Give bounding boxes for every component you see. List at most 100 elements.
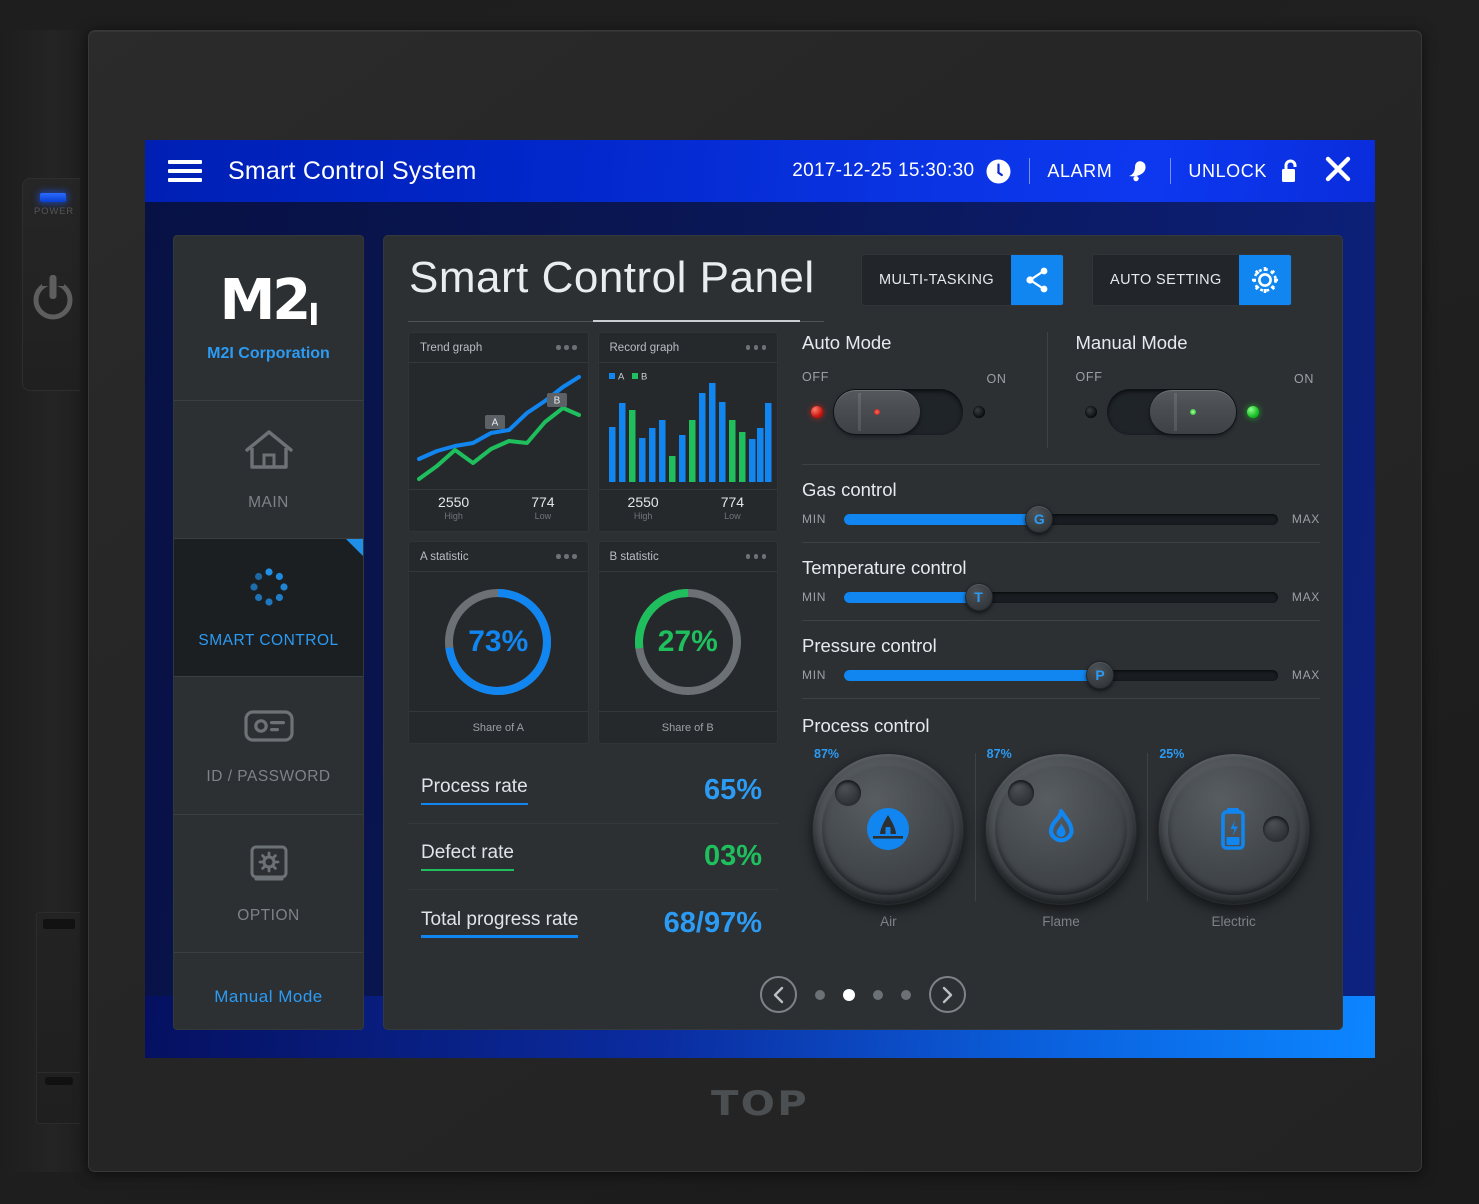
header-divider-1 xyxy=(1029,158,1031,184)
sidebar-item-label: SMART CONTROL xyxy=(198,632,339,649)
sidebar-item-label: MAIN xyxy=(248,494,289,511)
pressure-slider-fill xyxy=(844,669,1101,681)
auto-mode-off-led xyxy=(811,406,823,418)
unlock-padlock-icon[interactable] xyxy=(1278,157,1301,185)
record-low-value: 774 xyxy=(720,494,745,510)
hmi-device: POWER TOP Smart Control System 2017-12-2… xyxy=(0,0,1479,1204)
next-page-button[interactable] xyxy=(929,976,966,1013)
sidebar-item-option[interactable]: OPTION xyxy=(174,815,363,953)
svg-text:B: B xyxy=(641,372,647,383)
more-options-icon[interactable] xyxy=(745,554,766,559)
title-bar: Smart Control System 2017-12-25 15:30:30… xyxy=(145,140,1375,202)
record-high-label: High xyxy=(633,511,653,521)
electric-knob-cell: 25% Electric xyxy=(1147,747,1320,929)
rate-list: Process rate 65% Defect rate 03% Total p… xyxy=(408,758,778,956)
record-low: 774 Low xyxy=(688,490,777,531)
device-left-edge: POWER xyxy=(0,30,88,1172)
power-label: POWER xyxy=(34,206,74,217)
process-rate-value: 65% xyxy=(703,774,762,806)
gas-min-label: MIN xyxy=(802,512,827,526)
page-dot[interactable] xyxy=(901,989,911,1000)
process-rate-label: Process rate xyxy=(421,776,528,805)
card-title: A statistic xyxy=(420,550,469,563)
svg-text:B: B xyxy=(554,396,561,407)
sidebar: M2I M2I Corporation MAIN SMART CONTROL I… xyxy=(173,235,364,1030)
pressure-max-label: MAX xyxy=(1291,668,1320,682)
more-options-icon[interactable] xyxy=(745,345,766,350)
close-window-icon[interactable] xyxy=(1323,154,1353,189)
bell-icon[interactable] xyxy=(1123,157,1153,185)
sidebar-item-main[interactable]: MAIN xyxy=(174,401,363,539)
auto-mode-toggle[interactable] xyxy=(832,388,964,436)
auto-setting-button[interactable]: AUTO SETTING xyxy=(1092,254,1292,306)
sidebar-item-id-password[interactable]: ID / PASSWORD xyxy=(174,677,363,815)
a-statistic-card: A statistic 73% Share of A xyxy=(408,541,589,744)
alarm-label[interactable]: ALARM xyxy=(1047,161,1112,182)
a-statistic-footer: Share of A xyxy=(409,711,588,743)
trend-graph-footer: 2550 High 774 Low xyxy=(409,489,588,531)
temperature-slider-thumb[interactable]: T xyxy=(964,583,993,611)
manual-mode-switch-row: OFF xyxy=(1076,370,1321,384)
spinner-dots-icon xyxy=(243,565,295,616)
power-led-indicator xyxy=(40,193,66,202)
m2i-logo: M2I xyxy=(219,268,320,333)
electric-knob-percent: 25% xyxy=(1159,747,1185,761)
electric-knob-dial[interactable] xyxy=(1157,753,1310,905)
a-statistic-donut: 73% xyxy=(409,572,588,711)
gas-control-slider[interactable]: G xyxy=(844,505,1278,533)
sidebar-item-smart-control[interactable]: SMART CONTROL xyxy=(174,539,363,677)
trend-line-svg: A B xyxy=(417,375,581,481)
page-dot[interactable] xyxy=(815,989,825,1000)
temperature-control-slider[interactable]: T xyxy=(844,583,1278,611)
manual-mode-toggle[interactable] xyxy=(1105,388,1238,436)
sidebar-brand: M2I M2I Corporation xyxy=(174,236,363,401)
right-column: Auto Mode OFF ON Manual Mode OFF ON Gas … xyxy=(802,332,1320,929)
gas-control-block: Gas control MIN G MAX xyxy=(802,465,1320,533)
manual-mode-toggle-knob[interactable] xyxy=(1149,390,1236,434)
more-options-icon[interactable] xyxy=(556,554,577,559)
gas-slider-thumb[interactable]: G xyxy=(1025,505,1054,533)
statistic-row: A statistic 73% Share of A B statistic 2… xyxy=(408,541,778,744)
mode-toggles: Auto Mode OFF ON Manual Mode OFF ON xyxy=(802,332,1320,448)
air-knob-label: Air xyxy=(880,914,897,929)
sidebar-manual-mode-button[interactable]: Manual Mode xyxy=(174,953,363,1029)
graph-row: Trend graph A B 2550 High 774 Low Record… xyxy=(408,332,778,532)
flame-knob-cell: 87% Flame xyxy=(974,747,1148,929)
power-button[interactable] xyxy=(28,270,78,324)
flame-knob-indicator xyxy=(1008,780,1034,806)
trend-low-label: Low xyxy=(534,511,552,521)
pagination xyxy=(384,976,1342,1013)
air-knob-cell: 87% Air xyxy=(802,747,975,929)
page-dots xyxy=(815,988,911,1001)
page-dot[interactable] xyxy=(873,989,883,1000)
more-options-icon[interactable] xyxy=(556,345,577,350)
hamburger-menu-icon[interactable] xyxy=(168,155,202,187)
auto-mode-block: Auto Mode OFF ON xyxy=(802,332,1047,448)
home-icon xyxy=(242,427,296,478)
table-row: Defect rate 03% xyxy=(408,824,778,890)
trend-graph-plot: A B xyxy=(409,363,588,489)
knob-led xyxy=(1189,409,1196,415)
trend-graph-header: Trend graph xyxy=(409,333,588,363)
record-graph-plot: A B xyxy=(599,363,778,489)
multi-tasking-button[interactable]: MULTI-TASKING xyxy=(861,254,1065,306)
pressure-slider-thumb[interactable]: P xyxy=(1086,661,1115,689)
b-statistic-value: 27% xyxy=(657,624,718,658)
card-title: B statistic xyxy=(609,550,659,563)
temperature-slider-fill xyxy=(844,591,979,603)
air-flow-icon xyxy=(864,805,912,853)
air-knob-indicator xyxy=(835,780,862,806)
unlock-label[interactable]: UNLOCK xyxy=(1188,161,1267,182)
sidebar-item-label: OPTION xyxy=(237,907,300,924)
pressure-control-slider[interactable]: P xyxy=(844,661,1278,689)
trend-low-value: 774 xyxy=(531,494,555,510)
prev-page-button[interactable] xyxy=(760,976,797,1013)
multi-tasking-label: MULTI-TASKING xyxy=(879,272,995,288)
manual-mode-off-label: OFF xyxy=(1075,370,1103,384)
datetime-display: 2017-12-25 15:30:30 xyxy=(792,160,975,181)
defect-rate-label: Defect rate xyxy=(421,842,514,871)
air-knob-dial[interactable] xyxy=(812,753,965,905)
flame-knob-dial[interactable] xyxy=(985,753,1137,905)
page-dot-active[interactable] xyxy=(843,988,855,1001)
auto-mode-toggle-knob[interactable] xyxy=(834,390,920,434)
